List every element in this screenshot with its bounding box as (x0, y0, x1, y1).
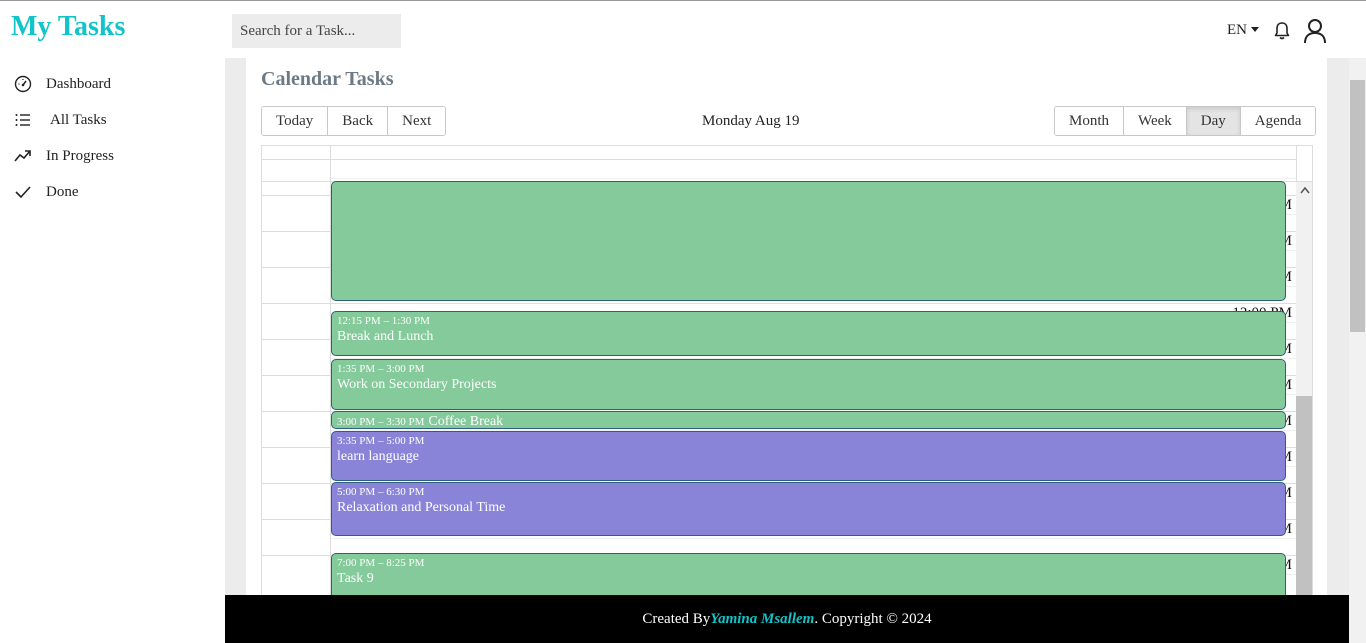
caret-down-icon (1251, 27, 1259, 32)
footer-prefix: Created By (642, 610, 711, 627)
brand-logo[interactable]: My Tasks (11, 11, 125, 43)
calendar-event[interactable]: 3:35 PM – 5:00 PM learn language (331, 431, 1286, 481)
event-time: 7:00 PM – 8:25 PM (337, 557, 425, 569)
calendar-event[interactable]: 12:15 PM – 1:30 PM Break and Lunch (331, 311, 1286, 356)
next-button[interactable]: Next (388, 107, 446, 135)
agenda-view-button[interactable]: Agenda (1240, 107, 1316, 135)
sidebar-item-in-progress[interactable]: In Progress (14, 144, 114, 168)
calendar-event[interactable] (331, 181, 1286, 301)
footer: Created By Yamina Msallem . Copyright © … (225, 595, 1349, 643)
user-icon[interactable] (1303, 18, 1327, 44)
event-title: Task 9 (337, 571, 374, 586)
event-title: learn language (337, 449, 420, 464)
calendar-scrollbar-thumb[interactable] (1296, 396, 1312, 595)
time-grid[interactable]: 9:00 AM10:00 AM11:00 AM12:00 PM1:00 PM2:… (262, 159, 1296, 595)
calendar-date-label: Monday Aug 19 (702, 113, 800, 129)
calendar-nav-group: Today Back Next (261, 106, 447, 136)
check-icon (15, 186, 31, 199)
sidebar-item-label: Done (46, 183, 79, 200)
scroll-up-icon[interactable] (1300, 186, 1310, 194)
footer-copyright: . Copyright © 2024 (814, 610, 932, 627)
calendar-event[interactable]: 7:00 PM – 8:25 PM Task 9 (331, 553, 1286, 595)
calendar-event[interactable]: 1:35 PM – 3:00 PM Work on Secondary Proje… (331, 359, 1286, 410)
footer-author-link[interactable]: Yamina Msallem (710, 611, 814, 628)
back-button[interactable]: Back (328, 107, 389, 135)
calendar-event[interactable]: 5:00 PM – 6:30 PM Relaxation and Personal… (331, 482, 1286, 536)
sidebar: Dashboard All Tasks In Progress Done (0, 58, 225, 643)
app-page: My Tasks EN Dashboard (0, 0, 1366, 643)
event-title: Relaxation and Personal Time (337, 500, 506, 515)
trending-up-icon (14, 150, 31, 162)
search-input[interactable] (232, 14, 401, 48)
gauge-icon (14, 75, 32, 93)
week-view-button[interactable]: Week (1124, 107, 1187, 135)
top-header: My Tasks EN (0, 0, 1366, 58)
language-label: EN (1227, 22, 1247, 38)
half-hour-line (331, 178, 1296, 179)
list-icon (15, 114, 30, 126)
event-title: Work on Secondary Projects (337, 377, 497, 392)
event-title: Break and Lunch (337, 329, 434, 344)
event-time: 12:15 PM – 1:30 PM (337, 315, 430, 327)
language-selector[interactable]: EN (1227, 22, 1259, 39)
event-time: 3:00 PM – 3:30 PM (337, 416, 425, 428)
calendar-event[interactable]: 3:00 PM – 3:30 PM Coffee Break (331, 411, 1286, 429)
page-scrollbar-thumb[interactable] (1350, 80, 1365, 332)
sidebar-item-label: In Progress (46, 147, 114, 164)
half-hour-line (331, 538, 1296, 539)
day-view-button[interactable]: Day (1186, 107, 1241, 135)
sidebar-item-label: Dashboard (46, 75, 111, 92)
sidebar-item-done[interactable]: Done (14, 180, 79, 204)
today-button[interactable]: Today (262, 107, 329, 135)
sidebar-item-all-tasks[interactable]: All Tasks (14, 108, 107, 132)
calendar-view-group: Month Week Day Agenda (1054, 106, 1317, 136)
sidebar-item-label: All Tasks (50, 111, 107, 128)
event-time: 5:00 PM – 6:30 PM (337, 486, 425, 498)
page-title: Calendar Tasks (261, 68, 394, 90)
bell-icon[interactable] (1273, 21, 1291, 41)
day-calendar: 9:00 AM10:00 AM11:00 AM12:00 PM1:00 PM2:… (261, 145, 1313, 595)
month-view-button[interactable]: Month (1055, 107, 1125, 135)
sidebar-item-dashboard[interactable]: Dashboard (14, 72, 111, 96)
event-time: 1:35 PM – 3:00 PM (337, 363, 425, 375)
event-time: 3:35 PM – 5:00 PM (337, 435, 425, 447)
header-divider (1296, 146, 1297, 182)
event-title: Coffee Break (428, 414, 504, 429)
